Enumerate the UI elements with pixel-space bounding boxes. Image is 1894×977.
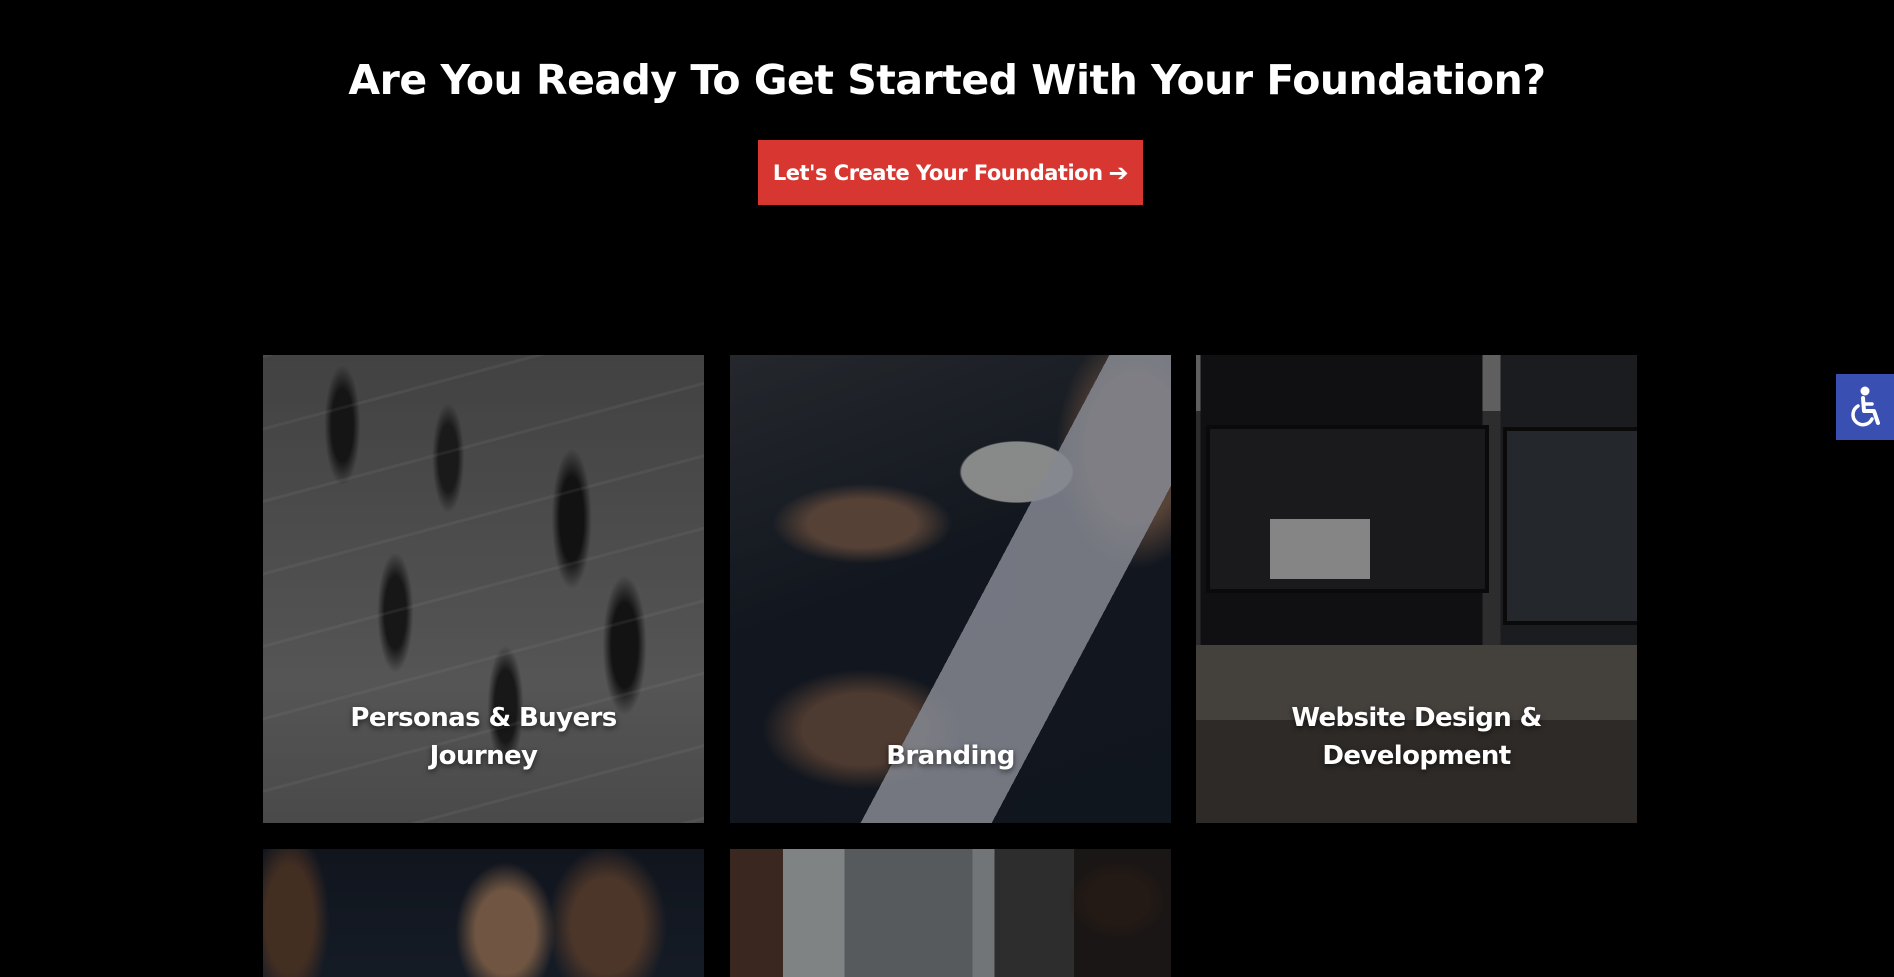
cta-heading: Are You Ready To Get Started With Your F… bbox=[348, 56, 1546, 104]
service-card-4[interactable] bbox=[263, 849, 704, 977]
service-card-5[interactable] bbox=[730, 849, 1171, 977]
accessibility-button[interactable] bbox=[1836, 374, 1894, 440]
service-card-website[interactable]: Website Design & Development bbox=[1196, 355, 1637, 823]
arrow-right-icon: ➔ bbox=[1108, 158, 1129, 187]
service-card-branding[interactable]: Branding bbox=[730, 355, 1171, 823]
service-card-title: Website Design & Development bbox=[1291, 703, 1542, 771]
create-foundation-button[interactable]: Let's Create Your Foundation ➔ bbox=[758, 140, 1143, 205]
service-card-title: Branding bbox=[886, 741, 1015, 771]
page: Are You Ready To Get Started With Your F… bbox=[0, 0, 1894, 977]
create-foundation-button-label: Let's Create Your Foundation bbox=[772, 160, 1103, 185]
service-card-title: Personas & Buyers Journey bbox=[350, 703, 617, 771]
service-card-personas[interactable]: Personas & Buyers Journey bbox=[263, 355, 704, 823]
wheelchair-accessibility-icon bbox=[1851, 386, 1880, 427]
